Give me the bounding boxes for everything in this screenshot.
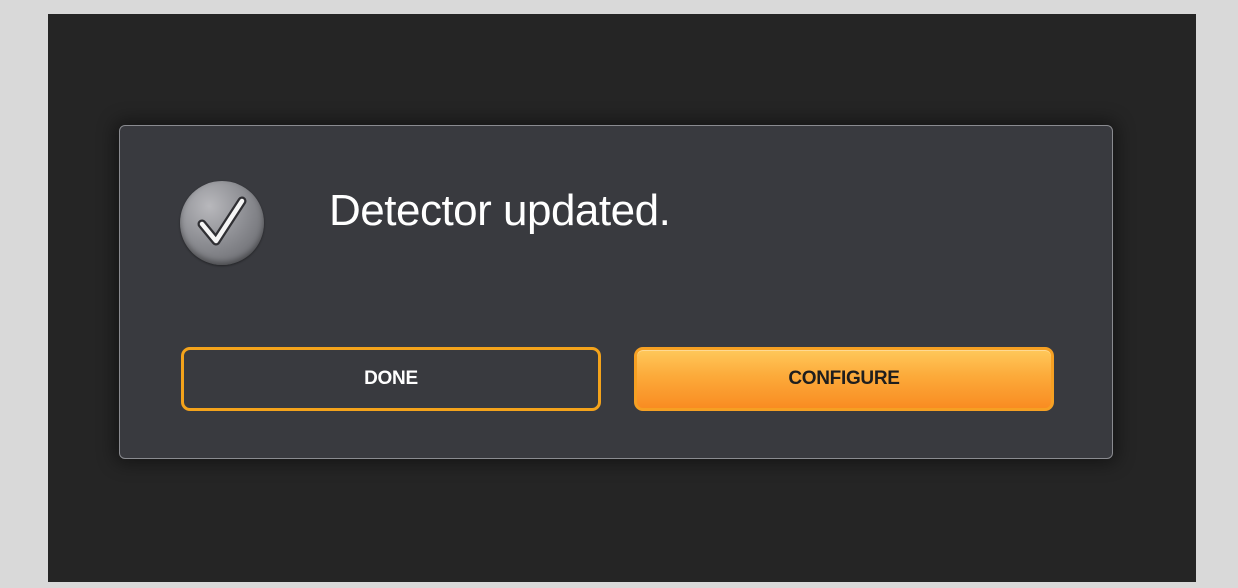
- dialog-message: Detector updated.: [329, 186, 671, 235]
- status-dialog: Detector updated. DONE CONFIGURE: [119, 125, 1113, 459]
- checkmark-icon: [197, 196, 247, 246]
- app-window: Detector updated. DONE CONFIGURE: [48, 14, 1196, 582]
- done-button-label: DONE: [364, 368, 418, 389]
- configure-button[interactable]: CONFIGURE: [634, 347, 1054, 411]
- checkmark-circle-icon: [180, 181, 264, 265]
- done-button[interactable]: DONE: [181, 347, 601, 411]
- configure-button-label: CONFIGURE: [788, 368, 900, 389]
